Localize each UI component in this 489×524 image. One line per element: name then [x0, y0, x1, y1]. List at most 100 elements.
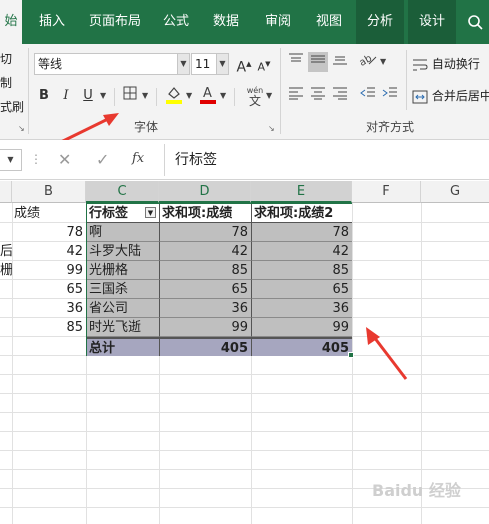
pivot-value-cell[interactable]: 78 — [160, 223, 252, 242]
tab-data[interactable]: 数据 — [204, 0, 248, 44]
pivot-value-cell[interactable]: 85 — [252, 261, 352, 280]
italic-button[interactable]: I — [56, 86, 76, 106]
pivot-row-label[interactable]: 三国杀 — [87, 280, 160, 299]
column-header-c[interactable]: C — [86, 181, 159, 203]
tab-page-layout[interactable]: 页面布局 — [82, 0, 148, 44]
tab-review[interactable]: 审阅 — [256, 0, 300, 44]
column-gridline — [352, 203, 353, 524]
cell-b[interactable]: 85 — [12, 318, 86, 337]
pivot-value-cell[interactable]: 99 — [252, 318, 352, 337]
cell-b[interactable]: 36 — [12, 299, 86, 318]
formula-input[interactable]: 行标签 — [164, 144, 489, 176]
pivot-value-cell[interactable]: 65 — [252, 280, 352, 299]
orientation-button[interactable]: ab — [358, 52, 378, 72]
tab-formulas[interactable]: 公式 — [156, 0, 196, 44]
pivot-value-cell[interactable]: 99 — [160, 318, 252, 337]
align-bottom-button[interactable] — [330, 52, 350, 72]
dialog-launcher-icon[interactable]: ↘ — [268, 124, 275, 133]
dialog-launcher-icon[interactable]: ↘ — [18, 124, 25, 133]
filter-dropdown-icon[interactable]: ▼ — [145, 207, 156, 218]
cell-b[interactable]: 42 — [12, 242, 86, 261]
fill-handle[interactable] — [348, 352, 354, 358]
increase-font-size-button[interactable]: A▲ — [234, 54, 254, 76]
column-header-b[interactable]: B — [12, 181, 86, 203]
align-center-button[interactable] — [308, 86, 328, 106]
fill-color-button[interactable] — [164, 84, 184, 104]
worksheet-grid[interactable]: B C D E F G 后 栅 成绩 78 42 99 65 36 85 行标签… — [0, 181, 489, 524]
pivot-total-value[interactable]: 405 — [160, 337, 252, 356]
borders-button[interactable] — [120, 86, 140, 106]
pivot-value-cell[interactable]: 36 — [160, 299, 252, 318]
font-name-dropdown[interactable]: 等线 ▼ — [34, 53, 190, 75]
align-right-button[interactable] — [330, 86, 350, 106]
decrease-indent-button[interactable] — [358, 86, 378, 106]
cell-a-partial[interactable]: 后 — [0, 242, 12, 261]
tab-design[interactable]: 设计 — [408, 0, 456, 44]
align-middle-button[interactable] — [308, 52, 328, 72]
bold-button[interactable]: B — [34, 86, 54, 106]
border-icon — [123, 86, 137, 100]
more-icon: ⋮ — [30, 152, 42, 166]
column-header-a[interactable] — [0, 181, 12, 203]
pivot-value-cell[interactable]: 78 — [252, 223, 352, 242]
tab-insert[interactable]: 插入 — [30, 0, 74, 44]
cell-a-partial[interactable]: 栅 — [0, 261, 12, 280]
cell-b[interactable]: 78 — [12, 223, 86, 242]
insert-function-button[interactable]: fx — [132, 151, 144, 166]
pivot-row-label[interactable]: 省公司 — [87, 299, 160, 318]
pivot-table[interactable]: 行标签 ▼ 求和项:成绩 求和项:成绩2 啊 78 78 斗罗大陆 42 42 光栅格 85 8… — [86, 203, 352, 356]
tab-view[interactable]: 视图 — [306, 0, 352, 44]
pivot-value-cell[interactable]: 42 — [160, 242, 252, 261]
search-icon[interactable] — [460, 0, 489, 44]
increase-indent-button[interactable] — [380, 86, 400, 106]
chevron-down-icon[interactable]: ▼ — [186, 91, 192, 100]
pivot-row-label[interactable]: 光栅格 — [87, 261, 160, 280]
merge-center-button[interactable]: 合并后居中 — [412, 86, 489, 106]
pivot-value-cell[interactable]: 85 — [160, 261, 252, 280]
pivot-value-cell[interactable]: 36 — [252, 299, 352, 318]
row-labels-text: 行标签 — [89, 206, 129, 221]
pivot-row-label[interactable]: 时光飞逝 — [87, 318, 160, 337]
pivot-row-labels-header[interactable]: 行标签 ▼ — [87, 204, 160, 223]
pivot-total-label[interactable]: 总计 — [87, 337, 160, 356]
decrease-font-size-button[interactable]: A▼ — [254, 54, 274, 74]
column-header-g[interactable]: G — [421, 181, 489, 203]
align-left-icon — [289, 87, 303, 100]
cancel-icon[interactable]: ✕ — [58, 150, 71, 169]
cut-label[interactable]: 切 — [0, 50, 12, 67]
pivot-total-value[interactable]: 405 — [252, 337, 352, 356]
pivot-row-label[interactable]: 啊 — [87, 223, 160, 242]
tab-home[interactable]: 始 — [0, 0, 22, 44]
copy-label[interactable]: 制 — [0, 74, 12, 91]
increase-font-icon: A — [236, 59, 247, 76]
pivot-value-cell[interactable]: 42 — [252, 242, 352, 261]
wrap-text-button[interactable]: 自动换行 — [412, 54, 480, 74]
pivot-value-header[interactable]: 求和项:成绩 — [160, 204, 252, 223]
chevron-down-icon[interactable]: ▼ — [142, 91, 148, 100]
name-box[interactable]: ▼ — [0, 149, 22, 171]
column-header-f[interactable]: F — [352, 181, 421, 203]
chevron-down-icon[interactable]: ▼ — [220, 91, 226, 100]
pivot-value-cell[interactable]: 65 — [160, 280, 252, 299]
chevron-down-icon[interactable]: ▼ — [100, 91, 106, 100]
watermark-logo: Baidu 经验 — [372, 481, 461, 500]
tab-analyze[interactable]: 分析 — [356, 0, 404, 44]
format-painter-label[interactable]: 式刷 — [0, 98, 24, 115]
column-header-d[interactable]: D — [159, 181, 251, 203]
font-color-button[interactable]: A — [198, 84, 218, 104]
phonetic-guide-button[interactable]: wén 文 — [242, 86, 268, 107]
enter-icon[interactable]: ✓ — [96, 150, 109, 169]
pivot-row-label[interactable]: 斗罗大陆 — [87, 242, 160, 261]
cell-b[interactable]: 99 — [12, 261, 86, 280]
chevron-down-icon[interactable]: ▼ — [380, 57, 386, 66]
underline-button[interactable]: U — [78, 86, 98, 106]
chevron-down-icon: ▼ — [216, 54, 228, 74]
align-top-button[interactable] — [286, 52, 306, 72]
chevron-down-icon[interactable]: ▼ — [266, 91, 272, 100]
cell-b[interactable]: 65 — [12, 280, 86, 299]
cell-b-header[interactable]: 成绩 — [14, 204, 84, 223]
font-size-dropdown[interactable]: 11 ▼ — [191, 53, 229, 75]
column-header-e[interactable]: E — [251, 181, 352, 203]
pivot-value-header[interactable]: 求和项:成绩2 — [252, 204, 352, 223]
align-left-button[interactable] — [286, 86, 306, 106]
